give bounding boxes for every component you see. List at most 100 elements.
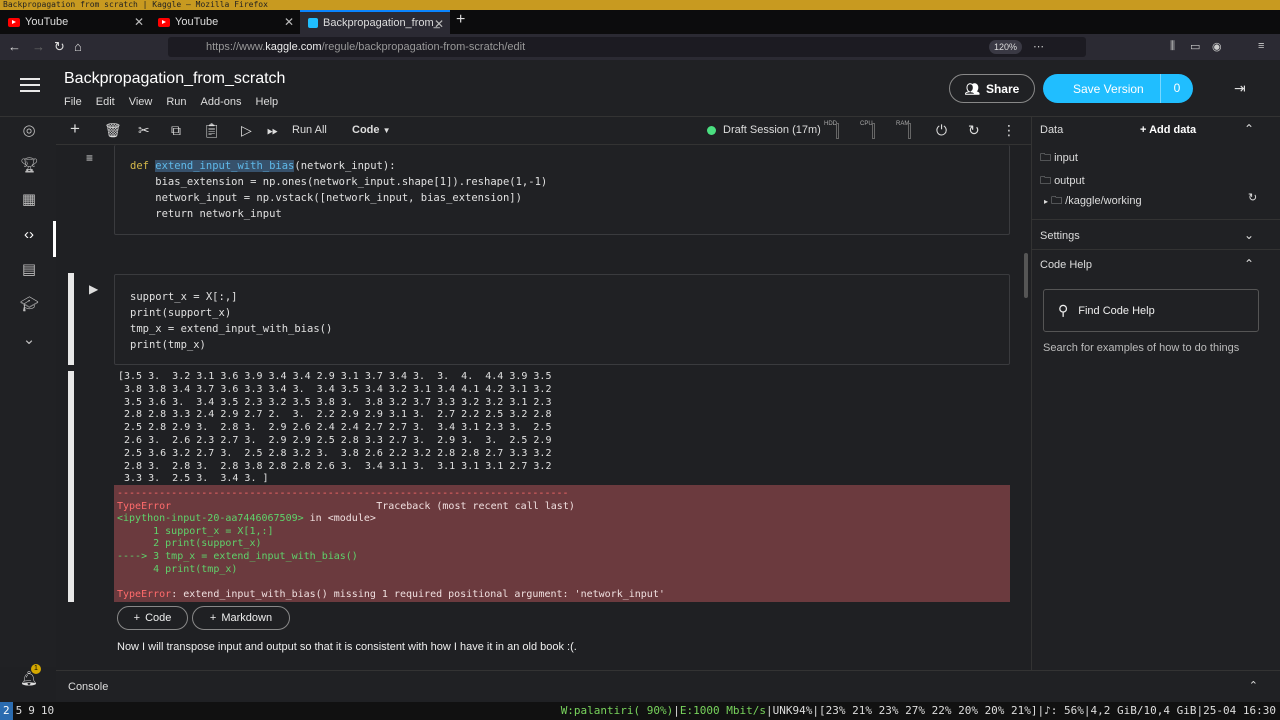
- workspace[interactable]: 2: [0, 702, 13, 720]
- traceback-line: 4 print(tmp_x): [117, 563, 238, 575]
- workspace[interactable]: 10: [38, 702, 57, 720]
- tab-label: YouTube: [175, 16, 219, 28]
- reload-icon[interactable]: ↻: [54, 39, 65, 55]
- url-prefix: https://www.: [206, 41, 266, 53]
- menu-edit[interactable]: Edit: [96, 96, 115, 108]
- menu-run[interactable]: Run: [166, 96, 186, 108]
- folder-working[interactable]: ▸ 🗀 /kaggle/working: [1044, 192, 1142, 211]
- chevron-down-icon[interactable]: ⌄: [20, 331, 38, 349]
- more-options-icon[interactable]: ⋮: [1002, 122, 1016, 139]
- notebook-title[interactable]: Backpropagation_from_scratch: [64, 70, 285, 88]
- youtube-icon: [8, 17, 20, 27]
- chevron-up-icon[interactable]: ⌃: [1249, 679, 1258, 692]
- session-status-dot: [707, 126, 716, 135]
- collapse-panel-icon[interactable]: ⇥: [1234, 80, 1246, 97]
- output-line: 2.6 3. 2.6 2.3 2.7 3. 2.9 2.9 2.5 2.8 3.…: [118, 434, 552, 446]
- code-cell-def[interactable]: def extend_input_with_bias(network_input…: [114, 145, 1010, 235]
- save-version-button[interactable]: Save Version 0: [1043, 74, 1193, 103]
- hamburger-menu-icon[interactable]: [20, 78, 40, 94]
- run-cell-icon[interactable]: ▶: [89, 282, 98, 296]
- share-button[interactable]: 👥︎ Share: [949, 74, 1035, 103]
- chevron-down-icon[interactable]: ⌄: [1244, 228, 1254, 242]
- folder-input[interactable]: 🗀 input: [1040, 149, 1078, 168]
- forward-icon[interactable]: →: [32, 39, 45, 54]
- add-data-button[interactable]: + Add data: [1140, 124, 1196, 136]
- markdown-cell-text[interactable]: Now I will transpose input and output so…: [117, 641, 577, 653]
- output-toggle-icon[interactable]: ≡: [86, 151, 93, 165]
- cell-code[interactable]: def extend_input_with_bias(network_input…: [130, 158, 547, 222]
- add-code-button[interactable]: + Code: [117, 606, 188, 630]
- folder-input-label: input: [1054, 152, 1078, 164]
- workspace[interactable]: 5: [13, 702, 26, 720]
- add-markdown-button[interactable]: + Markdown: [192, 606, 290, 630]
- run-all-button[interactable]: Run All: [292, 124, 327, 136]
- find-code-help-button[interactable]: ⚲ Find Code Help: [1043, 289, 1259, 332]
- new-tab-icon[interactable]: +: [456, 11, 465, 29]
- console-bar[interactable]: Console ⌃: [56, 670, 1280, 702]
- browser-tab-youtube-2[interactable]: YouTube ✕: [150, 10, 300, 34]
- browser-tab-youtube-1[interactable]: YouTube ✕: [0, 10, 150, 34]
- code-line-2: print(support_x): [130, 307, 232, 319]
- page-actions-icon[interactable]: ⋯: [1033, 37, 1044, 57]
- folder-icon: 🗀: [1040, 152, 1051, 164]
- cut-icon[interactable]: ✂: [138, 122, 150, 139]
- add-cell-icon[interactable]: +: [70, 119, 80, 139]
- scrollbar[interactable]: [1024, 253, 1028, 298]
- code-cell-active[interactable]: support_x = X[:,] print(support_x) tmp_x…: [114, 274, 1010, 365]
- sidebar-icon[interactable]: ▭: [1190, 40, 1200, 53]
- memory-status: 4,2 GiB/10,4 GiB: [1090, 704, 1197, 717]
- notification-badge: 1: [31, 664, 41, 674]
- settings-section[interactable]: Settings: [1040, 230, 1080, 242]
- url-bar[interactable]: https://www.kaggle.com/regule/backpropag…: [168, 37, 1086, 57]
- refresh-icon[interactable]: ↻: [1248, 191, 1257, 204]
- session-label[interactable]: Draft Session (17m): [723, 124, 821, 136]
- run-all-icon[interactable]: ⏩︎: [267, 122, 278, 139]
- code-line-2: bias_extension = np.ones(network_input.s…: [130, 176, 548, 188]
- school-icon[interactable]: 🎓︎: [20, 296, 39, 314]
- folder-output[interactable]: 🗀 output: [1040, 172, 1085, 191]
- code-help-section[interactable]: Code Help: [1040, 259, 1092, 271]
- kaggle-icon: [308, 18, 318, 28]
- zoom-level[interactable]: 120%: [988, 40, 1022, 54]
- code-line-1-fn: extend_input_with_bias: [155, 160, 295, 172]
- active-cell-indicator: [68, 273, 74, 365]
- workspace[interactable]: 9: [25, 702, 38, 720]
- menu-file[interactable]: File: [64, 96, 82, 108]
- cell-type-label: Code: [352, 124, 380, 136]
- power-icon[interactable]: ⏻: [936, 122, 947, 139]
- code-line-3: network_input = np.vstack([network_input…: [130, 192, 522, 204]
- discussion-icon[interactable]: ▤: [20, 261, 38, 279]
- tab-label: Backpropagation_from_: [323, 17, 440, 29]
- paste-icon[interactable]: 📋︎: [203, 122, 221, 139]
- table-icon[interactable]: ▦: [20, 191, 38, 209]
- notifications-icon[interactable]: 🔔︎ 1: [20, 664, 41, 690]
- output-line: 3.8 3.8 3.4 3.7 3.6 3.3 3.4 3. 3.4 3.5 3…: [118, 383, 552, 395]
- menu-addons[interactable]: Add-ons: [201, 96, 242, 108]
- traceback-label: Traceback (most recent call last): [376, 500, 575, 512]
- compass-icon[interactable]: ◎: [20, 122, 38, 140]
- account-icon[interactable]: ◉: [1212, 40, 1222, 53]
- save-version-count[interactable]: 0: [1160, 74, 1193, 103]
- cell-type-dropdown[interactable]: Code ▼: [352, 124, 390, 136]
- menu-icon[interactable]: ≡: [1258, 40, 1264, 52]
- home-icon[interactable]: ⌂: [74, 39, 82, 54]
- close-icon[interactable]: ✕: [134, 15, 144, 29]
- chevron-up-icon[interactable]: ⌃: [1244, 122, 1254, 136]
- restart-icon[interactable]: ↻: [968, 122, 980, 139]
- code-icon[interactable]: ‹›: [20, 226, 38, 244]
- copy-icon[interactable]: ⧉: [171, 122, 181, 139]
- chevron-up-icon[interactable]: ⌃: [1244, 257, 1254, 271]
- ipython-input-ref: <ipython-input-20-aa7446067509>: [117, 513, 304, 525]
- library-icon[interactable]: ⫼: [1170, 40, 1175, 53]
- trophy-icon[interactable]: 🏆︎: [20, 157, 39, 175]
- url-path: /regule/backpropagation-from-scratch/edi…: [321, 41, 526, 53]
- close-icon[interactable]: ✕: [434, 17, 444, 31]
- delete-icon[interactable]: 🗑︎: [104, 122, 122, 139]
- menu-view[interactable]: View: [129, 96, 153, 108]
- close-icon[interactable]: ✕: [284, 15, 294, 29]
- cell-code[interactable]: support_x = X[:,] print(support_x) tmp_x…: [130, 289, 332, 353]
- run-cell-icon[interactable]: ▷: [241, 122, 252, 139]
- back-icon[interactable]: ←: [8, 39, 21, 54]
- browser-tab-kaggle[interactable]: Backpropagation_from_ ✕: [300, 10, 450, 34]
- menu-help[interactable]: Help: [256, 96, 279, 108]
